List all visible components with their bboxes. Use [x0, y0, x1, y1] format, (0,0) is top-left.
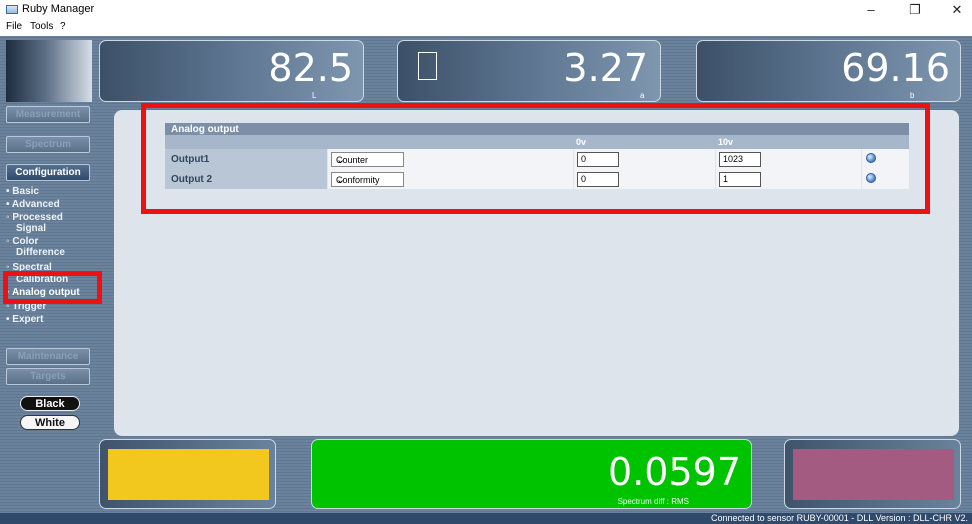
menu-tools[interactable]: Tools — [30, 21, 53, 32]
black-button[interactable]: Black — [20, 396, 80, 411]
status-text: Connected to sensor RUBY-00001 - DLL Ver… — [711, 513, 968, 523]
result-panel: 0.0597 Spectrum diff : RMS — [311, 439, 752, 509]
readout-a-value: 3.27 — [563, 46, 648, 90]
nav-maintenance[interactable]: Maintenance — [6, 348, 90, 365]
white-button[interactable]: White — [20, 415, 80, 430]
readout-b-panel: 69.16 b — [696, 40, 961, 102]
tree-item-processed-signal-2[interactable]: Signal — [16, 223, 46, 234]
nav-targets[interactable]: Targets — [6, 368, 90, 385]
highlight-box-table — [141, 103, 930, 214]
readout-l-panel: 82.5 L — [99, 40, 364, 102]
tree-item-color-difference[interactable]: ◦ Color — [6, 236, 38, 247]
title-bar: Ruby Manager – ❐ ✕ — [0, 0, 972, 20]
sample-panel — [784, 439, 961, 509]
readout-b-value: 69.16 — [841, 46, 950, 90]
highlight-box-sidebar — [3, 271, 102, 304]
minimize-button[interactable]: – — [856, 1, 886, 19]
tree-item-expert[interactable]: • Expert — [6, 314, 43, 325]
reference-panel — [99, 439, 276, 509]
logo — [6, 40, 92, 102]
tree-item-processed-signal[interactable]: ◦ Processed — [6, 212, 63, 223]
menu-bar: File Tools ? — [0, 20, 972, 36]
tree-item-advanced[interactable]: • Advanced — [6, 199, 60, 210]
reference-color-swatch — [108, 449, 269, 500]
menu-help[interactable]: ? — [60, 21, 66, 32]
readout-l-label: L — [312, 91, 317, 100]
nav-spectrum[interactable]: Spectrum — [6, 136, 90, 153]
status-bar: Connected to sensor RUBY-00001 - DLL Ver… — [0, 513, 972, 524]
ruby-manager-window: Ruby Manager – ❐ ✕ File Tools ? 82.5 L 3… — [0, 0, 972, 524]
readout-a-label: a — [640, 91, 645, 100]
sample-color-swatch — [793, 449, 954, 500]
nav-configuration[interactable]: Configuration — [6, 164, 90, 181]
app-icon — [6, 5, 18, 14]
readout-b-label: b — [910, 91, 915, 100]
window-title: Ruby Manager — [22, 3, 95, 15]
readout-a-panel: 3.27 a — [397, 40, 661, 102]
menu-file[interactable]: File — [6, 21, 22, 32]
nav-measurement[interactable]: Measurement — [6, 106, 90, 123]
close-button[interactable]: ✕ — [942, 1, 972, 19]
maximize-button[interactable]: ❐ — [900, 1, 930, 19]
result-value: 0.0597 — [608, 450, 741, 494]
readout-l-value: 82.5 — [268, 46, 353, 90]
color-swatch-box — [418, 52, 437, 80]
result-label: Spectrum diff : RMS — [617, 497, 689, 506]
tree-item-basic[interactable]: • Basic — [6, 186, 39, 197]
tree-item-color-difference-2[interactable]: Difference — [16, 247, 65, 258]
